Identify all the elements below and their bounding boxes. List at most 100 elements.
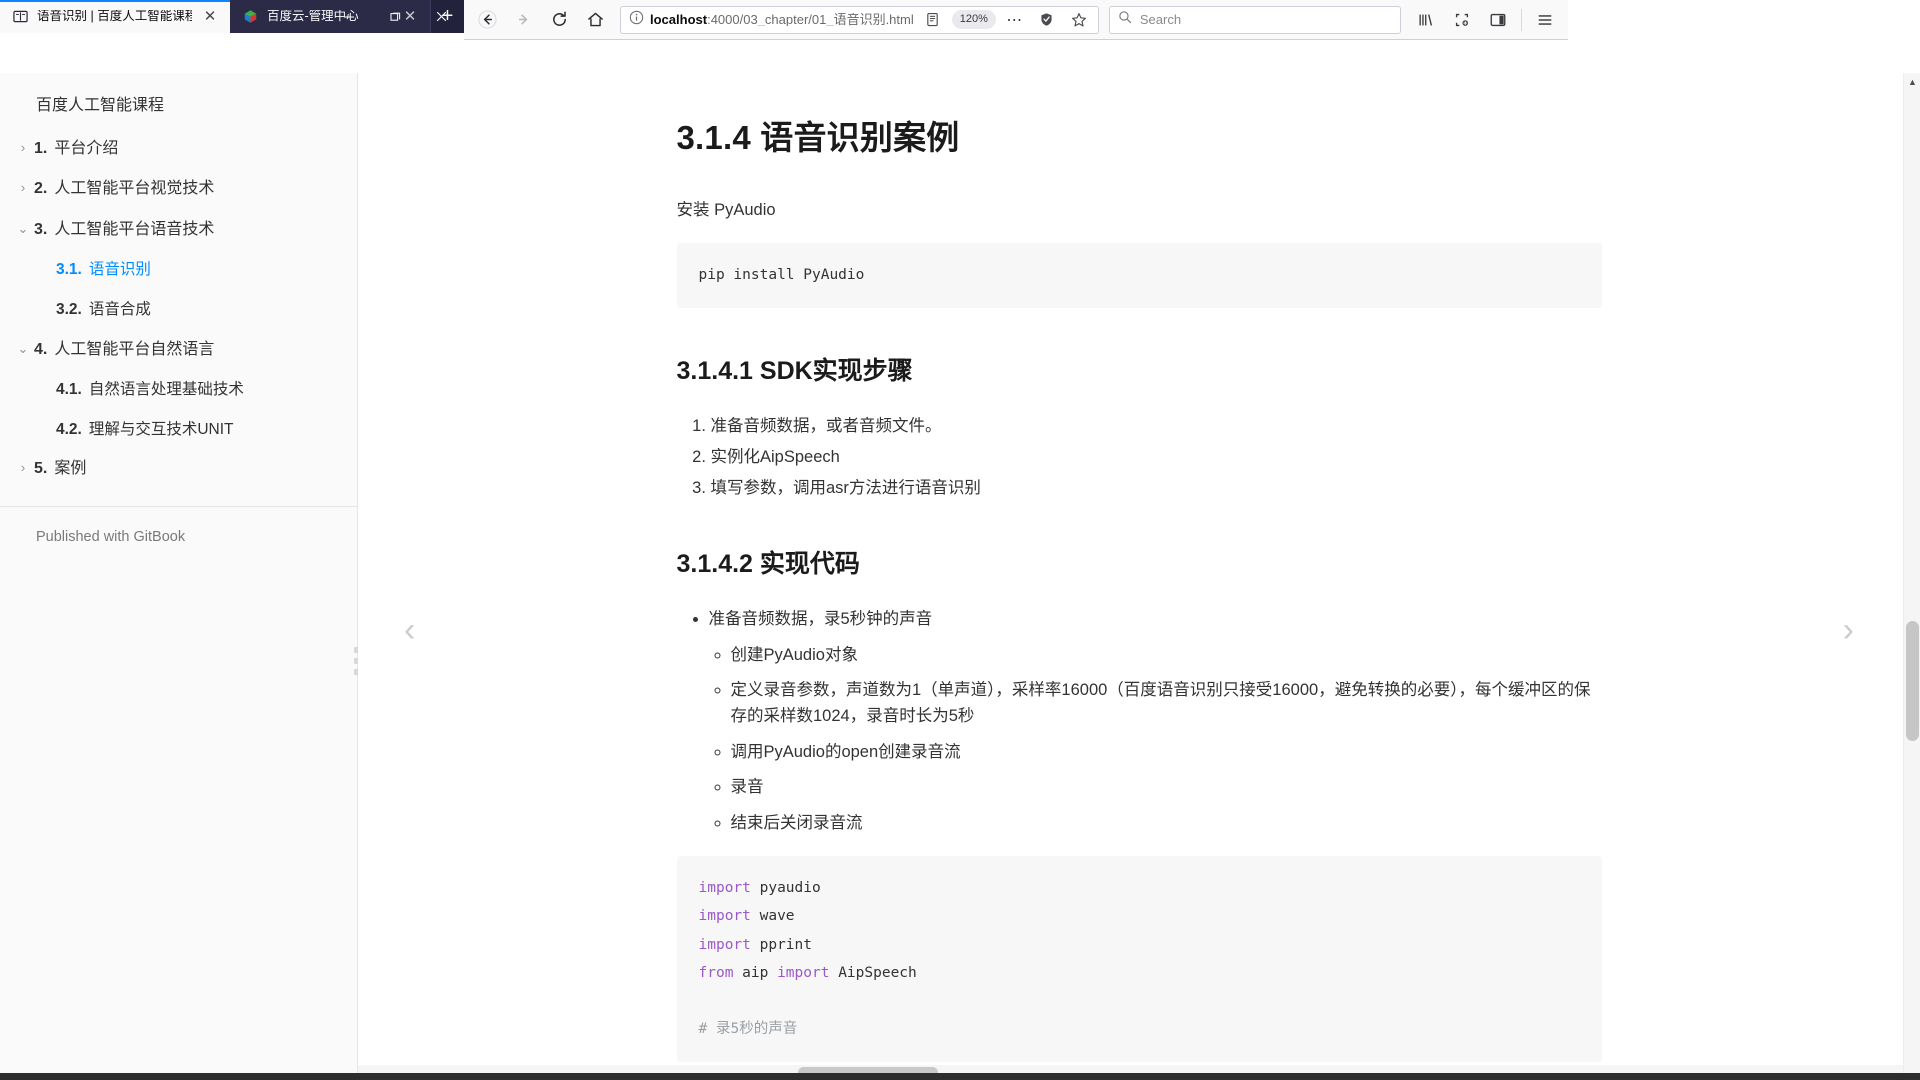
item-number: 3. (34, 220, 48, 238)
browser-window: 语音识别 | 百度人工智能课程 ✕ 百度云-管理中心 ✕ + localhost… (0, 0, 1920, 1080)
sidebar-toggle-icon[interactable] (1481, 5, 1515, 35)
reader-view-icon[interactable] (920, 8, 946, 32)
sidebar-item-3-1[interactable]: 3.1. 语音识别 (0, 250, 357, 290)
scrollbar-thumb[interactable] (1906, 621, 1919, 741)
item-number: 1. (34, 140, 48, 157)
item-label: 理解与交互技术UNIT (88, 420, 234, 438)
chevron-right-icon[interactable]: › (12, 139, 34, 157)
zoom-level-badge[interactable]: 120% (951, 10, 996, 29)
taskbar-strip (0, 1073, 1920, 1080)
item-label: 案例 (54, 460, 87, 478)
code-keyword: import (777, 964, 830, 981)
page-content-area: 百度人工智能课程 › 1. 平台介绍 › 2. 人工智能平台视觉技术 ⌄ 3. … (0, 73, 1920, 1080)
sidebar-item-1[interactable]: › 1. 平台介绍 (0, 129, 357, 169)
item-number: 4.2. (56, 420, 82, 438)
code-line: import wave (698, 908, 795, 925)
pocket-clip-icon[interactable] (1445, 5, 1479, 35)
close-icon[interactable]: ✕ (200, 7, 220, 27)
back-button[interactable] (470, 5, 504, 35)
sidebar-item-5[interactable]: › 5. 案例 (0, 449, 357, 489)
table-of-contents: › 1. 平台介绍 › 2. 人工智能平台视觉技术 ⌄ 3. 人工智能平台语音技… (0, 129, 357, 500)
section-heading-sdk-steps: 3.1.4.1 SDK实现步骤 (676, 356, 913, 385)
title-bar: 语音识别 | 百度人工智能课程 ✕ 百度云-管理中心 ✕ + (0, 0, 464, 33)
search-icon (1118, 10, 1132, 29)
list-item: 结束后关闭录音流 (731, 810, 1602, 836)
item-number: 4.1. (56, 380, 82, 398)
sidebar-item-3-2[interactable]: 3.2. 语音合成 (0, 290, 357, 330)
minimize-button[interactable] (326, 0, 372, 33)
code-comment: # 录5秒的声音 (698, 1021, 798, 1038)
list-item: 定义录音参数，声道数为1（单声道），采样率16000（百度语音识别只接受1600… (731, 677, 1602, 730)
chevron-down-icon[interactable]: ⌄ (12, 340, 34, 358)
list-item: 准备音频数据，或者音频文件。 (711, 413, 1602, 440)
home-button[interactable] (578, 5, 612, 35)
book-title: 百度人工智能课程 (36, 97, 165, 114)
search-box[interactable]: Search (1108, 5, 1401, 34)
star-icon[interactable] (1066, 8, 1092, 32)
restore-button[interactable] (372, 0, 418, 33)
item-label: 平台介绍 (54, 140, 119, 157)
code-line: from aip import AipSpeech (698, 964, 917, 981)
url-path: :4000/03_chapter/01_语音识别.html (707, 13, 914, 26)
url-host: localhost (650, 13, 708, 26)
reload-button[interactable] (542, 5, 576, 35)
item-label: 语音识别 (88, 261, 151, 279)
previous-page-button[interactable]: ‹ (404, 613, 415, 647)
vertical-scrollbar[interactable]: ▲ (1903, 73, 1920, 1080)
code-line: import pprint (698, 936, 813, 953)
chevron-right-icon[interactable]: › (12, 459, 34, 477)
code-line: # 录5秒的声音 (699, 1015, 1580, 1043)
info-circle-icon[interactable] (629, 10, 644, 30)
next-page-button[interactable]: › (1843, 613, 1854, 647)
list-item: 创建PyAudio对象 (731, 642, 1602, 668)
url-text[interactable]: localhost:4000/03_chapter/01_语音识别.html (650, 13, 914, 26)
tab-title: 语音识别 | 百度人工智能课程 (37, 10, 192, 23)
item-number: 2. (34, 180, 48, 198)
item-label: 人工智能平台视觉技术 (54, 180, 215, 198)
bullet-main-text: 准备音频数据，录5秒钟的声音 (708, 610, 933, 629)
forward-button (506, 5, 540, 35)
sidebar-item-4-1[interactable]: 4.1. 自然语言处理基础技术 (0, 370, 357, 410)
intro-paragraph: 安装 PyAudio (676, 201, 776, 219)
code-keyword: import (698, 880, 751, 897)
list-item: 录音 (731, 774, 1602, 800)
sidebar-item-4-2[interactable]: 4.2. 理解与交互技术UNIT (0, 410, 357, 450)
sidebar-item-3[interactable]: ⌄ 3. 人工智能平台语音技术 (0, 210, 357, 250)
item-number: 4. (34, 340, 48, 358)
baidu-cloud-icon (242, 8, 259, 25)
address-bar[interactable]: localhost:4000/03_chapter/01_语音识别.html 1… (620, 5, 1099, 34)
python-code-block[interactable]: import pyaudio import wave import pprint fr… (676, 856, 1602, 1062)
item-label: 人工智能平台自然语言 (54, 340, 215, 358)
sdk-steps-list: 准备音频数据，或者音频文件。 实例化AipSpeech 填写参数，调用asr方法… (677, 413, 1602, 503)
window-controls (326, 0, 464, 33)
item-label: 语音合成 (88, 300, 151, 318)
close-window-button[interactable] (418, 0, 464, 33)
chevron-right-icon[interactable]: › (12, 179, 34, 197)
install-code-block[interactable]: pip install PyAudio (676, 243, 1602, 308)
code-keyword: import (698, 936, 751, 953)
search-input[interactable]: Search (1140, 12, 1181, 27)
sidebar-item-2[interactable]: › 2. 人工智能平台视觉技术 (0, 169, 357, 209)
list-item: 调用PyAudio的open创建录音流 (731, 739, 1602, 765)
toolbar-divider (1520, 8, 1522, 31)
item-label: 人工智能平台语音技术 (54, 220, 215, 238)
code-line: import pyaudio (698, 880, 821, 897)
code-keyword: from (698, 964, 734, 981)
item-label: 自然语言处理基础技术 (88, 380, 244, 398)
markdown-section: 3.1.4 语音识别案例 安装 PyAudio pip install PyAu… (676, 73, 1602, 1062)
shield-icon[interactable] (1034, 8, 1060, 32)
sidebar-footer[interactable]: Published with GitBook (0, 507, 357, 545)
sidebar-item-4[interactable]: ⌄ 4. 人工智能平台自然语言 (0, 330, 357, 370)
browser-tab-1[interactable]: 语音识别 | 百度人工智能课程 ✕ (0, 0, 230, 33)
code-keyword: import (698, 908, 751, 925)
item-number: 3.2. (56, 300, 82, 318)
book-icon (12, 8, 29, 25)
library-icon[interactable] (1409, 5, 1443, 35)
gitbook-sidebar: 百度人工智能课程 › 1. 平台介绍 › 2. 人工智能平台视觉技术 ⌄ 3. … (0, 73, 360, 1080)
list-item: 准备音频数据，录5秒钟的声音 创建PyAudio对象 定义录音参数，声道数为1（… (709, 606, 1602, 836)
page-actions-button[interactable]: ⋯ (1002, 8, 1028, 32)
hamburger-menu-icon[interactable] (1528, 5, 1562, 35)
chevron-down-icon[interactable]: ⌄ (12, 220, 34, 238)
toolbar-extras (1409, 5, 1562, 35)
scroll-up-arrow[interactable]: ▲ (1904, 73, 1920, 90)
